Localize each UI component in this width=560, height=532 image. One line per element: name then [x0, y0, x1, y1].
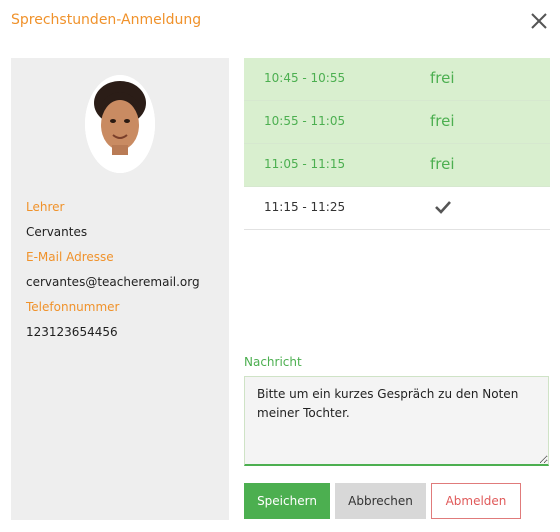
- timeslot-list: 10:45 - 10:55 frei 10:55 - 11:05 frei 11…: [244, 58, 550, 230]
- timeslot-row[interactable]: 10:55 - 11:05 frei: [244, 101, 550, 144]
- teacher-phone: 123123654456: [26, 325, 118, 339]
- timeslot-status: frei: [430, 155, 455, 173]
- timeslot-status: frei: [430, 69, 455, 87]
- teacher-name: Cervantes: [26, 225, 88, 239]
- timeslot-row[interactable]: 10:45 - 10:55 frei: [244, 58, 550, 101]
- message-textarea[interactable]: Bitte um ein kurzes Gespräch zu den Note…: [244, 376, 549, 466]
- unregister-button[interactable]: Abmelden: [431, 483, 521, 519]
- timeslot-time: 10:55 - 11:05: [264, 114, 346, 128]
- teacher-name-label: Lehrer: [26, 200, 65, 214]
- timeslot-time: 11:15 - 11:25: [264, 200, 346, 214]
- teacher-info-panel: [11, 58, 229, 520]
- message-label: Nachricht: [244, 355, 302, 369]
- save-button[interactable]: Speichern: [244, 483, 330, 519]
- timeslot-time: 10:45 - 10:55: [264, 71, 346, 85]
- close-icon[interactable]: [530, 12, 548, 30]
- teacher-email-label: E-Mail Adresse: [26, 250, 114, 264]
- teacher-phone-label: Telefonnummer: [26, 300, 120, 314]
- dialog-title: Sprechstunden-Anmeldung: [11, 12, 202, 28]
- checkmark-icon: [435, 201, 451, 214]
- timeslot-row-selected[interactable]: 11:15 - 11:25: [244, 187, 550, 230]
- timeslot-status: frei: [430, 112, 455, 130]
- teacher-avatar: [85, 75, 155, 173]
- cancel-button[interactable]: Abbrechen: [335, 483, 426, 519]
- teacher-email: cervantes@teacheremail.org: [26, 275, 200, 289]
- timeslot-time: 11:05 - 11:15: [264, 157, 346, 171]
- timeslot-row[interactable]: 11:05 - 11:15 frei: [244, 144, 550, 187]
